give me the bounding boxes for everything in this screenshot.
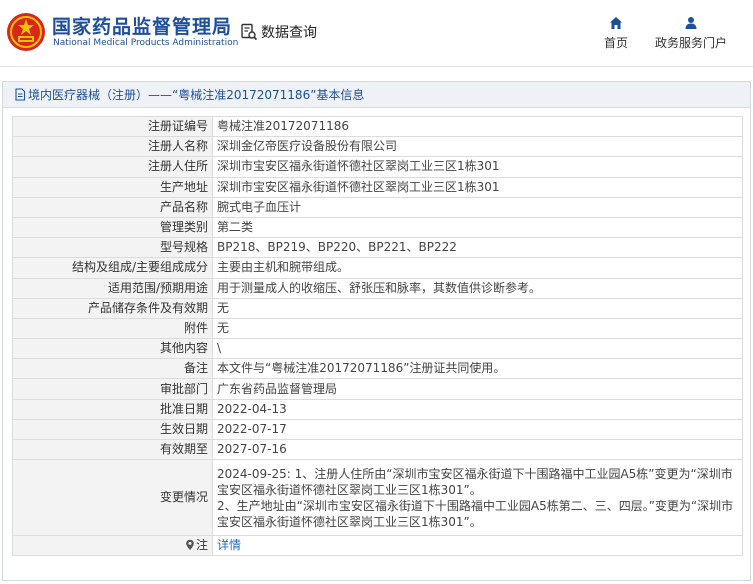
note-label-cell: 注: [12, 535, 213, 557]
field-label: 管理类别: [12, 216, 213, 239]
pin-icon: [186, 540, 194, 551]
nav-home[interactable]: 首页: [601, 16, 631, 51]
change-entry: 2、生产地址由“深圳市宝安区福永街道下十围路福中工业园A5栋第二、三、四层。”变…: [217, 498, 734, 529]
nav-service-portal[interactable]: 政务服务门户: [653, 16, 729, 51]
table-row: 产品储存条件及有效期无: [12, 297, 743, 319]
field-value: 主要由主机和腕带组成。: [212, 257, 743, 279]
info-panel: 境内医疗器械（注册）——“粤械注准20172071186”基本信息 注册证编号粤…: [2, 81, 751, 581]
panel-header: 境内医疗器械（注册）——“粤械注准20172071186”基本信息: [3, 82, 750, 108]
field-label: 生效日期: [12, 418, 213, 441]
field-value: 深圳市宝安区福永街道怀德社区翠岗工业三区1栋301: [212, 156, 743, 178]
field-label: 附件: [12, 317, 213, 340]
field-value: 第二类: [212, 216, 743, 239]
home-icon: [610, 17, 622, 29]
data-query-label: 数据查询: [261, 25, 317, 41]
field-value: 腕式电子血压计: [212, 196, 743, 218]
field-label: 注册人住所: [12, 156, 213, 178]
user-icon: [685, 17, 697, 29]
field-label: 批准日期: [12, 398, 213, 420]
field-label: 产品名称: [12, 196, 213, 218]
field-value: 无: [212, 317, 743, 340]
table-row: 注册人名称 深圳金亿帝医疗设备股份有限公司: [12, 136, 743, 158]
note-value: 详情: [212, 535, 743, 557]
field-value: 用于测量成人的收缩压、舒张压和脉率，其数值供诊断参考。: [212, 277, 743, 299]
field-label: 适用范围/预期用途: [12, 277, 213, 299]
field-value: BP218、BP219、BP220、BP221、BP222: [212, 237, 743, 259]
change-history: 2024-09-25: 1、注册人住所由“深圳市宝安区福永街道下十围路福中工业园…: [212, 459, 743, 537]
data-query-link[interactable]: 数据查询: [240, 22, 317, 42]
table-row: 适用范围/预期用途 用于测量成人的收缩压、舒张压和脉率，其数值供诊断参考。: [12, 277, 743, 299]
site-header: 国家药品监督管理局 National Medical Products Admi…: [0, 0, 753, 66]
field-value: 深圳金亿帝医疗设备股份有限公司: [212, 136, 743, 158]
field-label: 生产地址: [12, 176, 213, 198]
field-label: 注册人名称: [12, 136, 213, 158]
document-icon: [15, 88, 26, 101]
nav-service-label: 政务服务门户: [654, 36, 727, 50]
field-value: 2022-04-13: [212, 398, 743, 420]
search-document-icon: [241, 23, 258, 41]
field-label: 注册证编号: [12, 115, 213, 138]
field-label: 型号规格: [12, 237, 213, 259]
site-title-en: National Medical Products Administration: [53, 38, 239, 48]
field-label: 结构及组成/主要组成成分: [12, 257, 213, 279]
change-entry: 2024-09-25: 1、注册人住所由“深圳市宝安区福永街道下十围路福中工业园…: [217, 466, 733, 497]
site-title[interactable]: 国家药品监督管理局: [52, 12, 232, 39]
table-row: 附件无: [12, 317, 743, 340]
field-label: 其他内容: [12, 338, 213, 360]
field-value: 无: [212, 297, 743, 319]
field-label: 有效期至: [12, 438, 213, 461]
field-value: 广东省药品监督管理局: [212, 378, 743, 400]
table-row: 型号规格 BP218、BP219、BP220、BP221、BP222: [12, 237, 743, 259]
field-value: \: [212, 338, 743, 360]
note-label: 注: [195, 538, 208, 553]
details-link[interactable]: 详情: [217, 538, 241, 552]
table-row: 生产地址 深圳市宝安区福永街道怀德社区翠岗工业三区1栋301: [12, 176, 743, 198]
table-row: 管理类别 第二类: [12, 216, 743, 239]
table-row: 结构及组成/主要组成成分 主要由主机和腕带组成。: [12, 257, 743, 279]
nav-home-label: 首页: [603, 36, 628, 50]
field-value: 粤械注准20172071186: [212, 115, 743, 138]
table-row: 其他内容 \: [12, 338, 743, 360]
table-row: 有效期至 2027-07-16: [12, 438, 743, 461]
field-label: 审批部门: [12, 378, 213, 400]
field-value: 2022-07-17: [212, 418, 743, 441]
table-row: 批准日期 2022-04-13: [12, 398, 743, 420]
table-row: 生效日期 2022-07-17: [12, 418, 743, 441]
table-row-note: 注详情: [12, 535, 743, 557]
field-label: 变更情况: [12, 459, 213, 537]
registration-info-table: 注册证编号 粤械注准20172071186 注册人名称 深圳金亿帝医疗设备股份有限公司…: [12, 115, 743, 557]
table-row-changes: 变更情况 2024-09-25: 1、注册人住所由“深圳市宝安区福永街道下十围路福…: [12, 459, 743, 537]
table-row: 注册证编号 粤械注准20172071186: [12, 115, 743, 138]
panel-title: 境内医疗器械（注册）——“粤械注准20172071186”基本信息: [28, 88, 365, 102]
table-row: 备注 本文件与“粤械注准20172071186”注册证共同使用。: [12, 358, 743, 380]
table-row: 产品名称 腕式电子血压计: [12, 196, 743, 218]
field-label: 产品储存条件及有效期: [12, 297, 213, 319]
table-row: 审批部门 广东省药品监督管理局: [12, 378, 743, 400]
table-row: 注册人住所 深圳市宝安区福永街道怀德社区翠岗工业三区1栋301: [12, 156, 743, 178]
header-divider: [0, 66, 753, 67]
field-label: 备注: [12, 358, 213, 380]
field-value: 2027-07-16: [212, 438, 743, 461]
national-emblem-logo[interactable]: [6, 12, 46, 52]
field-value: 本文件与“粤械注准20172071186”注册证共同使用。: [212, 358, 743, 380]
field-value: 深圳市宝安区福永街道怀德社区翠岗工业三区1栋301: [212, 176, 743, 198]
